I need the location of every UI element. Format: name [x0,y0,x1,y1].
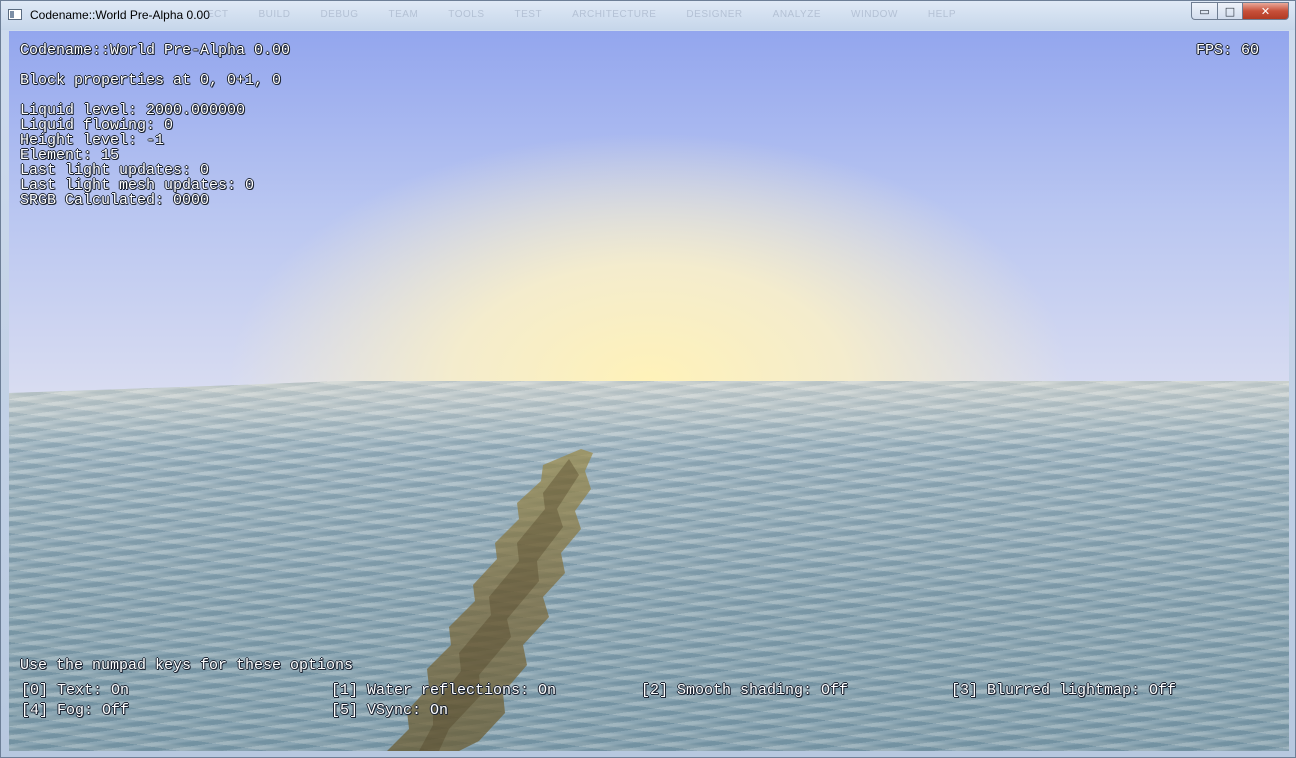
option-vsync: [5] VSync: On [331,702,449,719]
block-properties: Block properties at 0, 0+1, 0 [20,72,282,89]
maximize-icon: □ [1224,4,1236,18]
ghost-menu-item: TEAM [388,9,419,20]
option-text-toggle: [0] Text: On [21,682,130,699]
app-window-icon[interactable] [8,9,22,20]
maximize-button[interactable]: □ [1217,2,1243,20]
window-title: Codename::World Pre-Alpha 0.00 [30,8,210,22]
minimize-icon: ▭ [1199,4,1210,18]
close-icon: ✕ [1260,4,1271,18]
ghost-menu-item: ARCHITECTURE [572,9,657,20]
close-button[interactable]: ✕ [1243,2,1289,20]
ghost-menu-item: ECT [207,9,229,20]
ghost-menu-item: DEBUG [320,9,359,20]
option-fog: [4] Fog: Off [21,702,130,719]
title-bar[interactable]: Codename::World Pre-Alpha 0.00 ECT BUILD… [1,1,1295,30]
ghost-menu-item: DESIGNER [686,9,743,20]
ghost-menu-item: BUILD [258,9,291,20]
window-controls: ▭ □ ✕ [1191,2,1289,20]
background-menu-ghost: ECT BUILD DEBUG TEAM TOOLS TEST ARCHITEC… [207,9,956,20]
hud-title: Codename::World Pre-Alpha 0.00 [20,42,291,59]
option-smooth-shading: [2] Smooth shading: Off [641,682,849,699]
game-viewport[interactable]: Codename::World Pre-Alpha 0.00 Block pro… [9,31,1289,751]
options-heading: Use the numpad keys for these options [20,657,354,674]
ghost-menu-item: TEST [514,9,543,20]
ghost-menu-item: TOOLS [448,9,485,20]
ghost-menu-item: ANALYZE [772,9,821,20]
minimize-button[interactable]: ▭ [1191,2,1217,20]
ghost-menu-item: HELP [927,9,957,20]
srgb-calculated: SRGB Calculated: 0000 [20,192,210,209]
debug-info-panel: Codename::World Pre-Alpha 0.00 Block pro… [20,43,290,208]
option-water-reflections: [1] Water reflections: On [331,682,557,699]
fps-counter: FPS: 60 [1195,42,1259,59]
option-blurred-lightmap: [3] Blurred lightmap: Off [951,682,1177,699]
ghost-menu-item: WINDOW [851,9,898,20]
submerged-terrain-strip [387,449,593,751]
app-window: Codename::World Pre-Alpha 0.00 ECT BUILD… [0,0,1296,758]
